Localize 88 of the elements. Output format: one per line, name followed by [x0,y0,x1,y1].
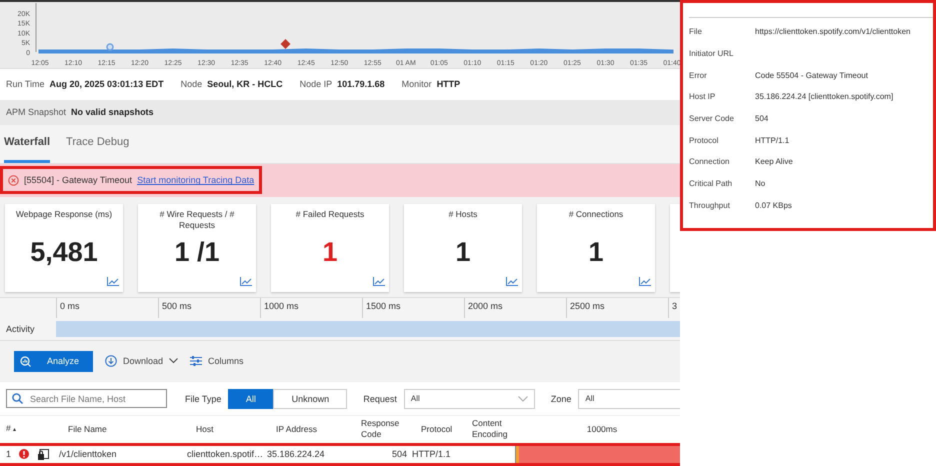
detail-value: 504 [755,114,768,124]
metric-value: 1 [322,236,338,268]
sliders-icon [190,356,202,366]
download-icon [105,355,117,368]
info-value: Seoul, KR - HCLC [207,79,283,90]
apm-label: APM Snapshot [6,107,66,118]
info-label: Node IP [300,79,332,90]
column-header[interactable]: Response Code [361,418,421,440]
info-label: Monitor [402,79,432,90]
metric-value: 1 [455,236,471,268]
info-value: 101.79.1.68 [337,79,385,90]
table-cell-text: 1 [5,449,12,460]
columns-button[interactable]: Columns [190,356,244,366]
download-button[interactable]: Download [105,355,178,368]
metric-value: 1 [588,236,604,268]
time-tick: 2500 ms [570,301,605,312]
zone-dropdown[interactable]: All [578,388,680,409]
metric-value: 5,481 [30,236,98,268]
tracing-link[interactable]: Start monitoring Tracing Data [137,175,254,186]
activity-label: Activity [5,324,36,334]
info-value: HTTP [436,79,460,90]
analyze-button[interactable]: Analyze [14,350,93,372]
detail-value: Keep Alive [755,157,793,166]
wait-bar [516,446,519,463]
metric-title: # Wire Requests / # Requests [158,208,236,231]
metric-title: # Connections [568,208,624,221]
table-cell-text: 35.186.224.24 [267,449,326,460]
time-tick: 1500 ms [366,301,401,312]
request-row[interactable]: 1 /v1/clienttoken clienttoken.spotif… 35.186.224.24 504 HTTP/1.1 [0,442,680,466]
column-header[interactable]: IP Address [276,424,361,435]
detail-label: Server Code [689,114,735,124]
detail-label: Critical Path [689,179,734,188]
search-field[interactable]: Search File Name, Host [6,389,167,408]
snapshot-marker[interactable] [106,43,114,51]
table-cell-text: clienttoken.spotif… [187,449,264,460]
error-message: [55504] - Gateway Timeout [24,175,132,186]
trend-chart-icon[interactable] [639,277,651,286]
analyze-icon [20,356,31,367]
time-tick: 0 ms [60,301,80,312]
info-label: Node [180,79,202,90]
chevron-icon [518,396,528,402]
info-label: Run Time [6,79,45,90]
column-header[interactable]: Protocol [421,424,472,435]
table-cell-text: HTTP/1.1 [412,449,452,460]
tab[interactable]: Trace Debug [66,124,130,164]
info-value: Aug 20, 2025 03:01:13 EDT [50,79,164,90]
locked-file-icon [38,448,49,460]
zone-label: Zone [550,394,572,404]
error-icon [8,174,19,186]
file-type-label: File Type [185,394,222,404]
metric-title: # Failed Requests [294,208,366,221]
metric-title: Webpage Response (ms) [14,208,114,221]
detail-label: Initiator URL [689,49,734,58]
detail-label: File [689,27,703,36]
table-cell-text: 504 [390,449,408,460]
file-type-option[interactable]: Unknown [273,388,348,409]
trend-chart-icon[interactable] [240,277,252,286]
time-tick: 1000 ms [264,301,299,312]
metric-value: 1 /1 [174,236,220,268]
detail-value: No [755,179,766,188]
search-icon [12,393,23,404]
detail-value: HTTP/1.1 [755,136,790,145]
detail-label: Error [689,70,708,80]
detail-value: https://clienttoken.spotify.com/v1/clienttoken [755,27,910,36]
trend-chart-icon[interactable] [107,277,119,286]
table-cell-text: /v1/clienttoken [59,449,118,460]
detail-label: Connection [689,157,730,166]
metric-title: # Hosts [448,208,478,221]
detail-label: Throughput [689,200,731,210]
time-tick: 500 ms [162,301,192,312]
request-label: Request [363,394,397,404]
column-header[interactable]: 1000ms [524,424,680,435]
trend-chart-icon[interactable] [373,277,385,286]
time-tick: 3 [672,301,678,312]
time-tick: 2000 ms [468,301,503,312]
detail-value: 0.07 KBps [755,200,792,210]
caret-icon [169,358,178,364]
apm-value: No valid snapshots [71,107,154,118]
file-type-option[interactable]: All [228,388,274,409]
detail-label: Host IP [689,92,716,102]
column-header[interactable]: Host [196,424,276,435]
column-header[interactable]: Content Encoding [472,418,524,440]
column-header[interactable]: File Name [28,424,196,435]
detail-value: 35.186.224.24 [clienttoken.spotify.com] [755,92,894,102]
detail-value: Code 55504 - Gateway Timeout [755,70,868,80]
detail-label: Protocol [689,136,720,145]
request-dropdown[interactable]: All [404,388,535,409]
trend-chart-icon[interactable] [506,277,518,286]
